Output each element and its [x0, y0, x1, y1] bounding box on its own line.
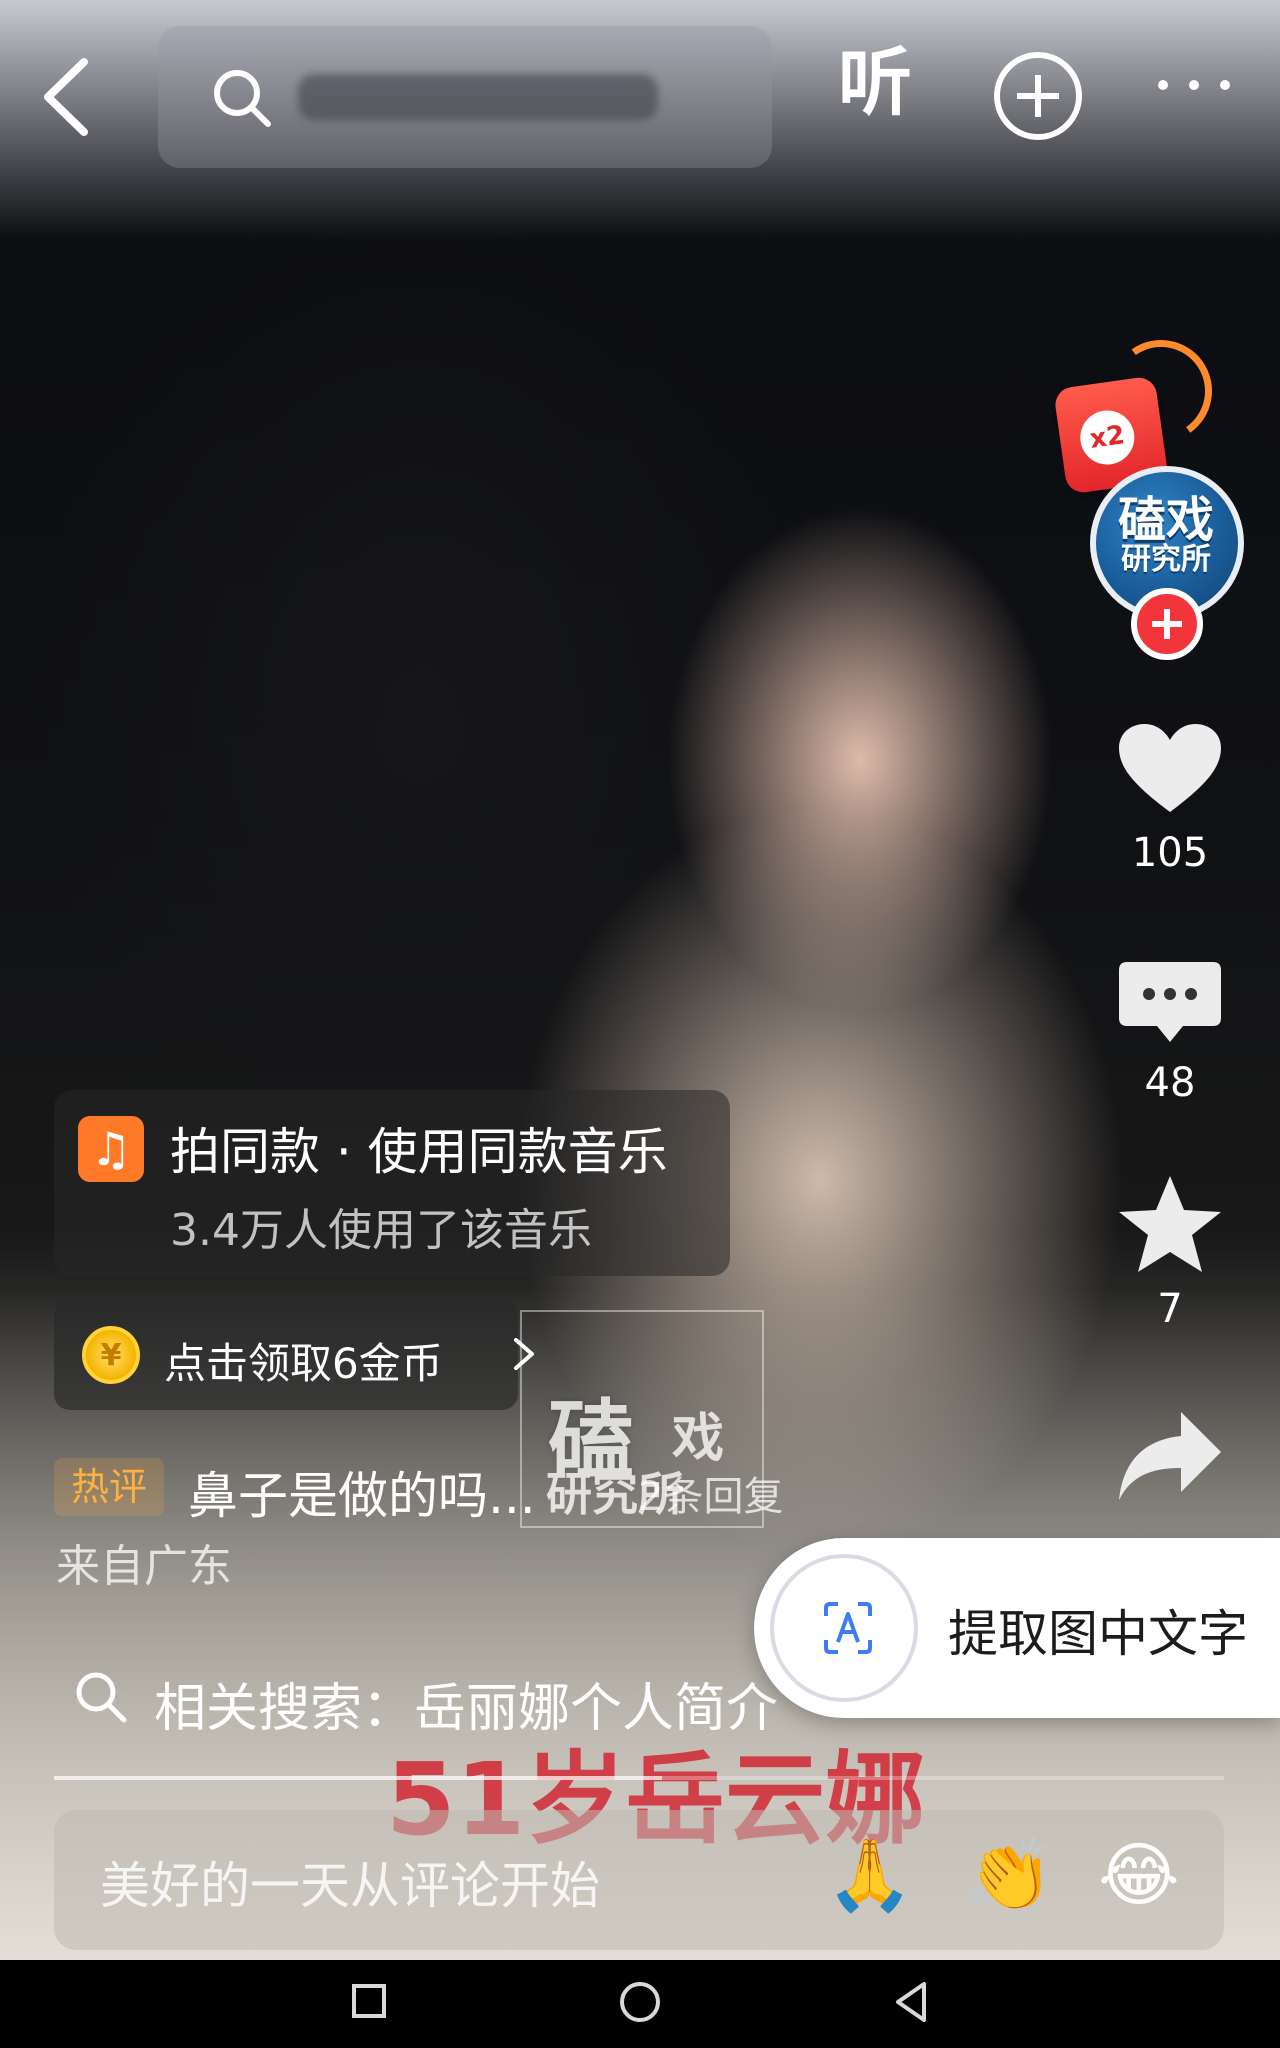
like-button[interactable]: 105: [1110, 720, 1230, 876]
hot-comment[interactable]: 热评 鼻子是做的吗... 2条回复: [54, 1456, 814, 1525]
clap-emoji-button[interactable]: 👏: [966, 1840, 1053, 1910]
hot-comment-tag: 热评: [54, 1458, 164, 1516]
search-query-redacted: [298, 74, 658, 120]
system-navigation-bar: [0, 1960, 1280, 2048]
search-icon: [76, 1672, 127, 1723]
location-label: 来自广东: [56, 1541, 232, 1592]
comment-input[interactable]: 美好的一天从评论开始 🙏 👏 😂: [54, 1810, 1224, 1950]
system-back-button[interactable]: [888, 1978, 936, 2026]
hot-comment-text: 鼻子是做的吗...: [188, 1467, 536, 1525]
favorite-count: 7: [1157, 1286, 1183, 1332]
video-feed-screen[interactable]: 听 x2 磕戏 研究所 105 48 7 ♫ 拍同款 · 使用同款音乐 3.4万…: [0, 0, 1280, 2048]
claim-coins-button[interactable]: ¥ 点击领取6金币: [54, 1300, 534, 1410]
listen-button[interactable]: 听: [838, 46, 912, 120]
share-button[interactable]: [1110, 1404, 1230, 1512]
dot-icon: [1189, 80, 1199, 90]
music-note-icon: ♫: [78, 1116, 144, 1182]
comment-placeholder: 美好的一天从评论开始: [100, 1857, 600, 1915]
extract-text-button[interactable]: 提取图中文字: [754, 1538, 1280, 1718]
music-usage-count: 3.4万人使用了该音乐: [170, 1205, 592, 1256]
use-same-music-card[interactable]: ♫ 拍同款 · 使用同款音乐 3.4万人使用了该音乐: [54, 1090, 730, 1276]
extract-text-icon-ring: [770, 1554, 918, 1702]
more-options-button[interactable]: [1158, 80, 1230, 100]
coin-icon: ¥: [82, 1326, 140, 1384]
avatar-logo-line1: 磕戏: [1117, 492, 1214, 548]
video-progress-bar[interactable]: [54, 1776, 1224, 1780]
text-scan-icon: [824, 1602, 872, 1654]
comment-count: 48: [1144, 1060, 1196, 1106]
comment-bubble-icon: [1119, 962, 1221, 1042]
recent-apps-button[interactable]: [352, 1984, 386, 2018]
related-search-text: 相关搜索：岳丽娜个人简介: [154, 1679, 779, 1739]
avatar-logo-line2: 研究所: [1121, 542, 1211, 577]
dot-icon: [1220, 80, 1230, 90]
heart-icon: [1119, 724, 1221, 812]
like-count: 105: [1131, 830, 1209, 876]
avatar-logo: 磕戏 研究所: [1106, 496, 1226, 586]
star-icon: [1119, 1176, 1221, 1272]
extract-text-label: 提取图中文字: [948, 1605, 1248, 1663]
hot-comment-replies: 2条回复: [638, 1474, 784, 1520]
music-title: 拍同款 · 使用同款音乐: [170, 1123, 668, 1181]
add-button[interactable]: [994, 52, 1082, 140]
reward-multiplier-badge: x2: [1076, 407, 1138, 469]
back-button[interactable]: [36, 52, 98, 142]
home-button[interactable]: [620, 1982, 660, 2022]
video-progress-fill: [54, 1776, 663, 1780]
laugh-emoji-button[interactable]: 😂: [1098, 1840, 1180, 1910]
search-bar[interactable]: [158, 26, 772, 168]
comment-button[interactable]: 48: [1110, 956, 1230, 1106]
pray-emoji-button[interactable]: 🙏: [826, 1840, 913, 1910]
claim-coins-label: 点击领取6金币: [164, 1339, 443, 1388]
favorite-button[interactable]: 7: [1110, 1172, 1230, 1332]
dot-icon: [1158, 80, 1168, 90]
follow-button[interactable]: [1131, 588, 1203, 660]
search-icon: [214, 70, 271, 127]
share-arrow-icon: [1119, 1412, 1221, 1500]
chevron-left-icon: [44, 58, 88, 136]
